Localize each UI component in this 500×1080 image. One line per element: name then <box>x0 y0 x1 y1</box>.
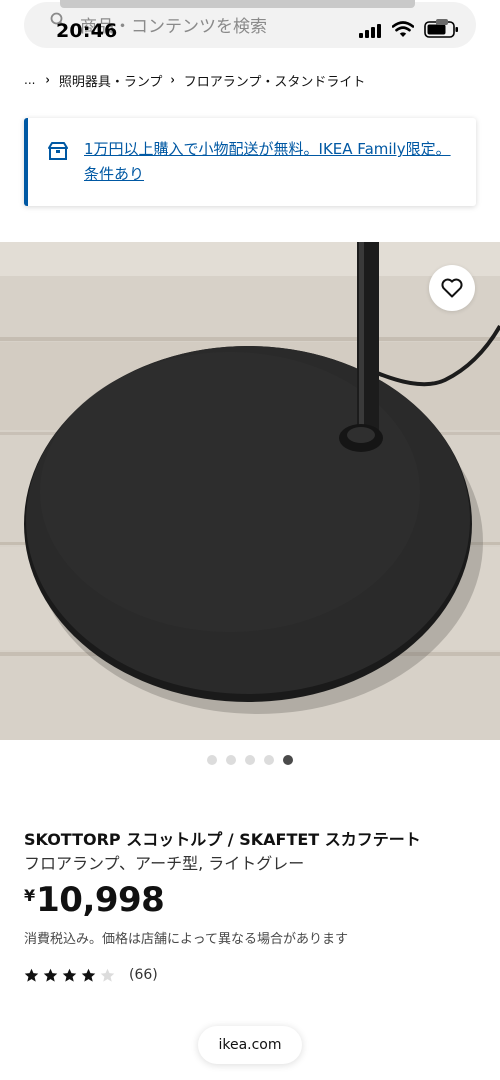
product-name: SKOTTORP スコットルプ / SKAFTET スカフテート <box>24 830 421 849</box>
breadcrumb-item-floor-lamps[interactable]: フロアランプ・スタンドライト <box>184 71 366 90</box>
wifi-icon <box>392 21 414 37</box>
carousel-dot[interactable] <box>264 755 274 765</box>
breadcrumb: ... › 照明器具・ランプ › フロアランプ・スタンドライト <box>24 70 365 90</box>
breadcrumb-item-lighting[interactable]: 照明器具・ランプ <box>59 71 163 90</box>
review-count[interactable]: (66) <box>129 967 158 983</box>
carousel-indicator <box>207 754 293 766</box>
star-icon <box>81 968 96 982</box>
battery-icon <box>424 19 458 38</box>
product-rating[interactable]: (66) <box>24 964 158 986</box>
delivery-box-icon <box>48 142 68 160</box>
signal-icon <box>359 24 381 38</box>
star-icon <box>43 968 58 982</box>
chevron-right-icon: › <box>170 72 176 88</box>
promo-banner-link[interactable]: 1万円以上購入で小物配送が無料。IKEA Family限定。条件あり <box>84 137 464 187</box>
carousel-dot[interactable] <box>226 755 236 765</box>
status-time: 20:46 <box>56 20 118 42</box>
browser-url-bar[interactable]: ikea.com <box>198 1026 302 1064</box>
product-price: ¥ 10,998 <box>24 880 165 924</box>
promo-banner[interactable]: 1万円以上購入で小物配送が無料。IKEA Family限定。条件あり <box>24 118 476 206</box>
status-bar-overlay <box>60 0 415 8</box>
price-amount: 10,998 <box>36 880 165 920</box>
breadcrumb-ellipsis[interactable]: ... <box>24 73 35 87</box>
product-image[interactable] <box>0 242 500 740</box>
price-currency: ¥ <box>24 886 36 905</box>
carousel-dot[interactable] <box>245 755 255 765</box>
star-icon <box>24 968 39 982</box>
lamp-base-photo <box>0 242 500 740</box>
star-empty-icon <box>100 968 115 982</box>
carousel-dot-active[interactable] <box>283 755 293 765</box>
carousel-dot[interactable] <box>207 755 217 765</box>
product-description: フロアランプ、アーチ型, ライトグレー <box>24 854 305 873</box>
status-bar: 商品・コンテンツを検索 20:46 <box>0 0 500 56</box>
favorite-button[interactable] <box>429 265 475 311</box>
tax-note: 消費税込み。価格は店舗によって異なる場合があります <box>24 932 348 947</box>
browser-url-text[interactable]: ikea.com <box>218 1037 281 1053</box>
star-icon <box>62 968 77 982</box>
chevron-right-icon: › <box>45 72 51 88</box>
heart-icon <box>441 278 463 298</box>
